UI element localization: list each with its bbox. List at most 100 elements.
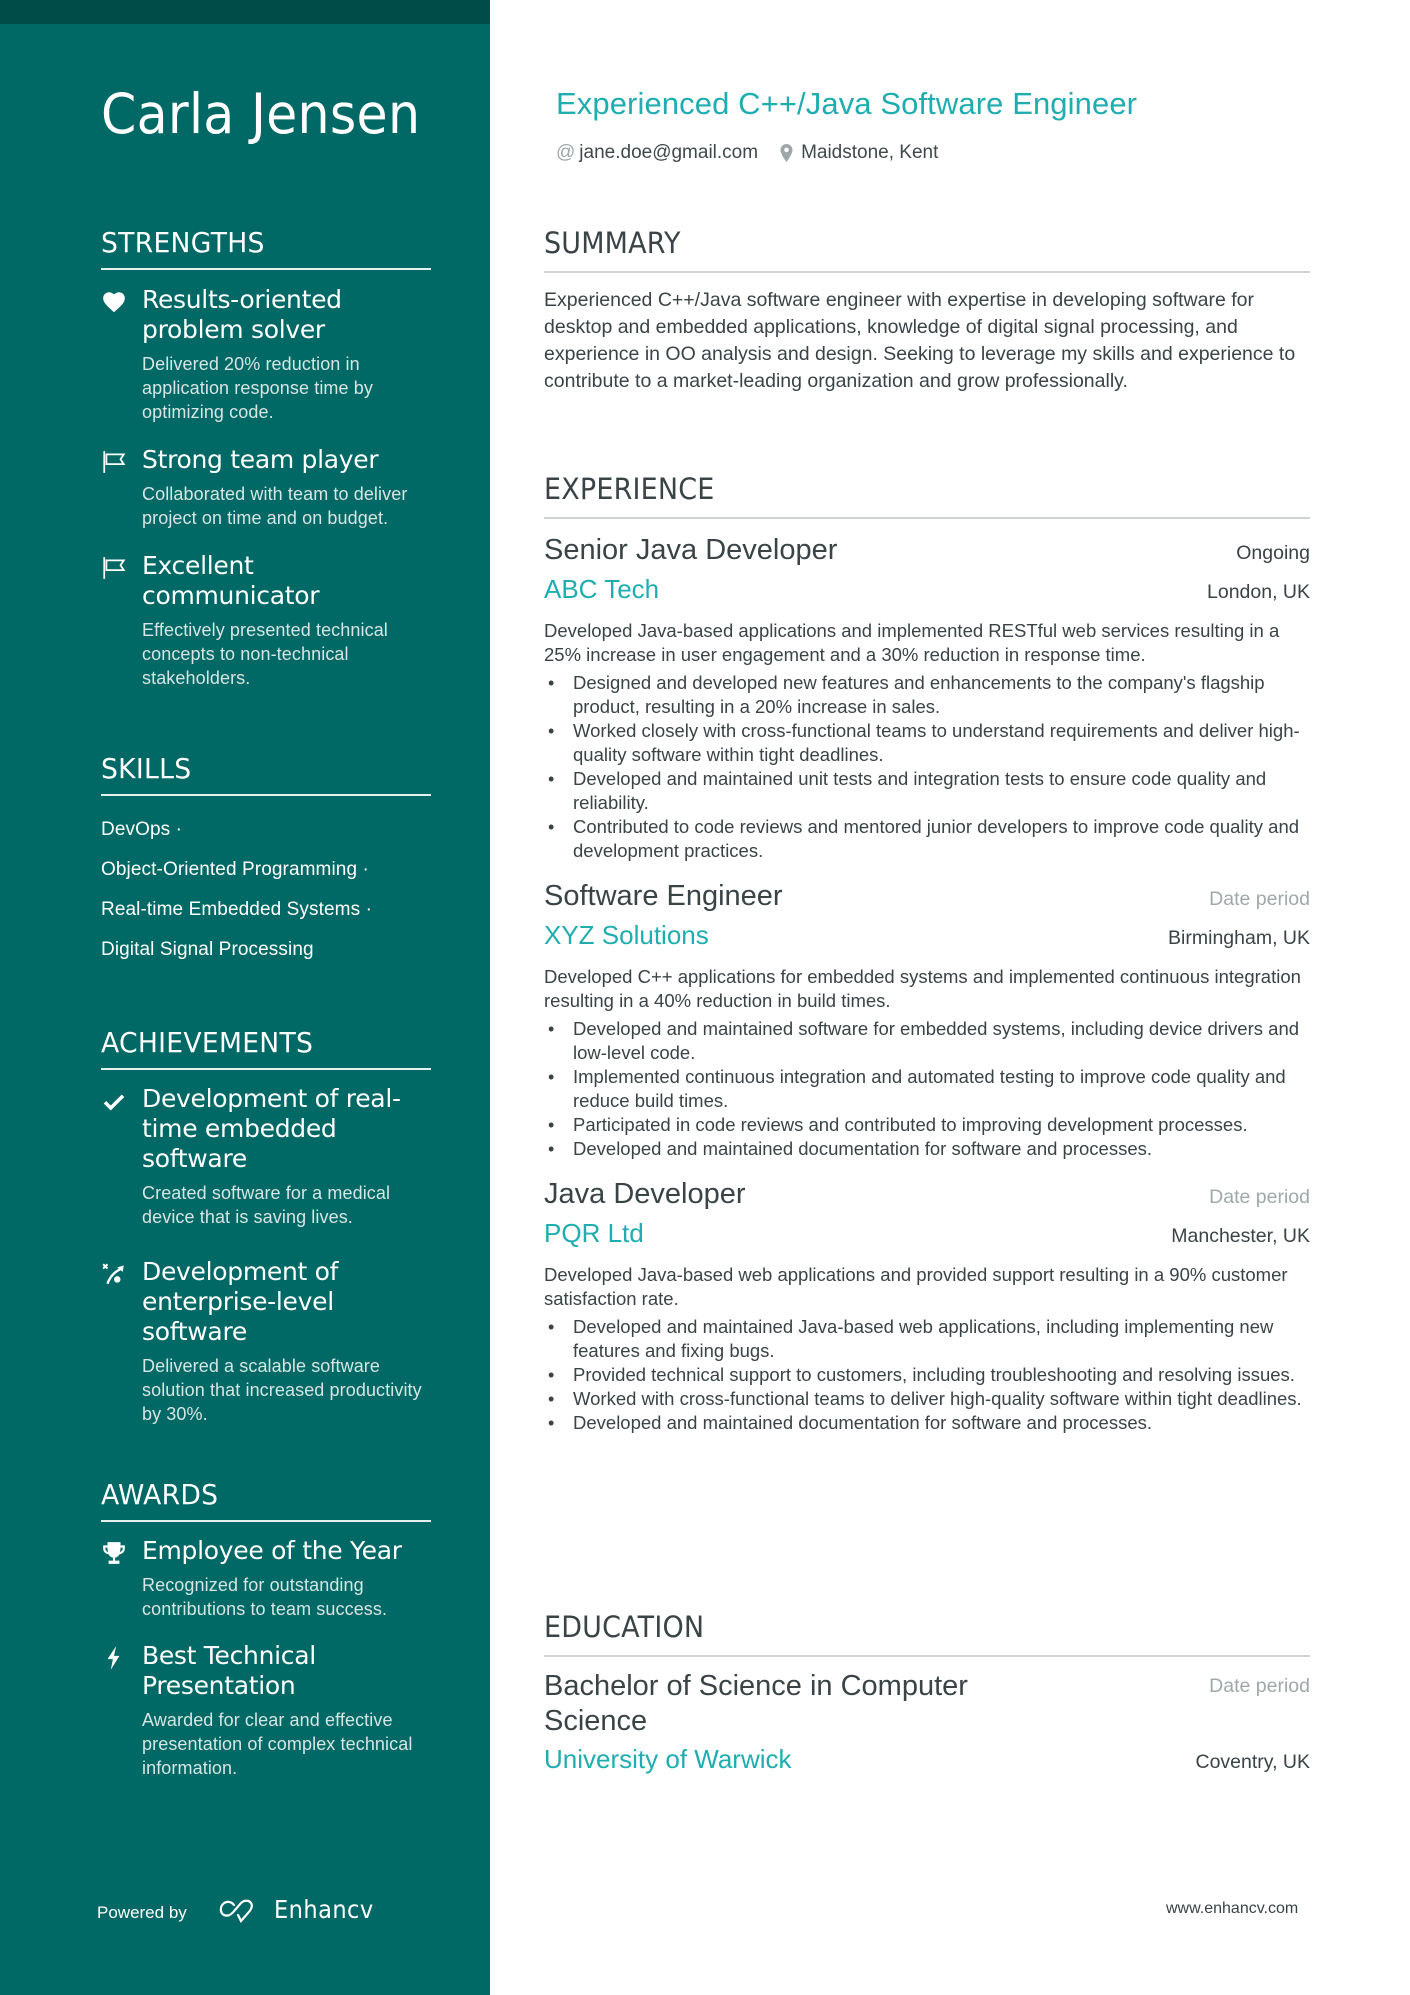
trophy-icon — [101, 1540, 127, 1566]
skill-item: DevOps · — [101, 819, 183, 840]
achievement-title: Development of enterprise-level software — [142, 1257, 339, 1346]
award-item: Employee of the Year Recognized for outs… — [101, 1536, 431, 1621]
strength-description: Effectively presented technical concepts… — [142, 620, 388, 688]
heart-icon — [101, 289, 127, 315]
award-title: Best Technical Presentation — [142, 1641, 316, 1700]
entry-location: London, UK — [1207, 581, 1310, 603]
strength-item: Results-oriented problem solver Delivere… — [101, 285, 431, 424]
strengths-section: STRENGTHS Results-oriented problem solve… — [101, 226, 431, 690]
entry-location: Birmingham, UK — [1168, 927, 1310, 949]
entry-description: Developed Java-based web applications an… — [544, 1264, 1288, 1309]
entry-bullets: Designed and developed new features and … — [544, 671, 1310, 863]
strength-item: Excellent communicator Effectively prese… — [101, 551, 431, 690]
section-title: STRENGTHS — [101, 226, 431, 270]
entry-location: Manchester, UK — [1171, 1225, 1310, 1247]
award-title: Employee of the Year — [142, 1536, 402, 1565]
entry-role: Software Engineer — [544, 880, 783, 912]
achievement-item: Development of enterprise-level software… — [101, 1257, 431, 1426]
bullet-item: Provided technical support to customers,… — [544, 1363, 1310, 1387]
email-link[interactable]: jane.doe@gmail.com — [579, 142, 758, 164]
achievement-title: Development of real-time embedded softwa… — [142, 1084, 401, 1173]
education-school: University of Warwick — [544, 1744, 792, 1774]
entry-role: Java Developer — [544, 1178, 746, 1210]
strength-title: Strong team player — [142, 445, 379, 474]
strength-item: Strong team player Collaborated with tea… — [101, 445, 431, 530]
bullet-item: Worked closely with cross-functional tea… — [544, 719, 1310, 767]
strength-description: Collaborated with team to deliver projec… — [142, 484, 408, 528]
lightning-icon — [101, 1645, 127, 1671]
experience-entry: Java Developer Date period PQR Ltd Manch… — [544, 1175, 1310, 1435]
bullet-item: Developed and maintained Java-based web … — [544, 1315, 1310, 1363]
section-title: AWARDS — [101, 1478, 431, 1522]
entry-date: Ongoing — [1236, 542, 1310, 564]
sidebar-top-bar — [0, 0, 490, 24]
strength-title: Results-oriented problem solver — [142, 285, 342, 344]
education-entry: Bachelor of Science in Computer Science … — [544, 1669, 1310, 1779]
section-title: SUMMARY — [544, 226, 1310, 273]
powered-by-label: Powered by — [97, 1903, 187, 1922]
achievements-section: ACHIEVEMENTS Development of real-time em… — [101, 1026, 431, 1426]
job-title: Experienced C++/Java Software Engineer — [556, 86, 1138, 121]
entry-company: ABC Tech — [544, 574, 660, 604]
skill-item: Real-time Embedded Systems · — [101, 899, 373, 920]
experience-section: EXPERIENCE Senior Java Developer Ongoing… — [544, 472, 1310, 1435]
flag-icon — [101, 449, 127, 475]
sidebar: Carla Jensen STRENGTHS Results-oriented … — [0, 0, 490, 1995]
entry-bullets: Developed and maintained Java-based web … — [544, 1315, 1310, 1435]
entry-bullets: Developed and maintained software for em… — [544, 1017, 1310, 1161]
achievement-description: Created software for a medical device th… — [142, 1183, 391, 1227]
awards-section: AWARDS Employee of the Year Recognized f… — [101, 1478, 431, 1780]
education-degree: Bachelor of Science in Computer Science — [544, 1670, 968, 1737]
entry-date: Date period — [1209, 1186, 1310, 1208]
award-description: Awarded for clear and effective presenta… — [142, 1710, 413, 1778]
website-link[interactable]: www.enhancv.com — [1166, 1900, 1298, 1918]
entry-company: XYZ Solutions — [544, 920, 709, 950]
strength-title: Excellent communicator — [142, 551, 320, 610]
achievement-description: Delivered a scalable software solution t… — [142, 1356, 422, 1424]
email-icon: @ — [556, 142, 576, 163]
section-title: ACHIEVEMENTS — [101, 1026, 431, 1070]
experience-entry: Senior Java Developer Ongoing ABC Tech L… — [544, 531, 1310, 863]
education-section: EDUCATION Bachelor of Science in Compute… — [544, 1610, 1310, 1779]
entry-date: Date period — [1209, 1675, 1310, 1697]
entry-role: Senior Java Developer — [544, 534, 838, 566]
skill-item: Digital Signal Processing — [101, 939, 314, 960]
enhancv-brand: Enhancv — [274, 1895, 374, 1924]
skill-item: Object-Oriented Programming · — [101, 859, 369, 880]
summary-text: Experienced C++/Java software engineer w… — [544, 289, 1296, 392]
entry-description: Developed C++ applications for embedded … — [544, 966, 1301, 1011]
strength-description: Delivered 20% reduction in application r… — [142, 354, 373, 422]
bullet-item: Contributed to code reviews and mentored… — [544, 815, 1310, 863]
enhancv-logo-icon — [219, 1899, 253, 1923]
strategy-icon — [101, 1261, 127, 1287]
entry-description: Developed Java-based applications and im… — [544, 620, 1280, 665]
location-text: Maidstone, Kent — [801, 142, 939, 163]
award-item: Best Technical Presentation Awarded for … — [101, 1641, 431, 1780]
entry-date: Date period — [1209, 888, 1310, 910]
achievement-item: Development of real-time embedded softwa… — [101, 1084, 431, 1229]
bullet-item: Worked with cross-functional teams to de… — [544, 1387, 1310, 1411]
contact-info: @ jane.doe@gmail.com Maidstone, Kent — [556, 142, 938, 164]
skills-list: DevOps · Object-Oriented Programming · R… — [101, 810, 431, 970]
candidate-name: Carla Jensen — [101, 82, 421, 146]
bullet-item: Developed and maintained software for em… — [544, 1017, 1310, 1065]
entry-company: PQR Ltd — [544, 1218, 644, 1248]
section-title: SKILLS — [101, 752, 431, 796]
skills-section: SKILLS DevOps · Object-Oriented Programm… — [101, 752, 431, 970]
section-title: EDUCATION — [544, 1610, 1310, 1657]
bullet-item: Implemented continuous integration and a… — [544, 1065, 1310, 1113]
enhancv-logo[interactable]: Enhancv — [216, 1895, 385, 1924]
summary-section: SUMMARY Experienced C++/Java software en… — [544, 226, 1310, 395]
award-description: Recognized for outstanding contributions… — [142, 1575, 388, 1619]
section-title: EXPERIENCE — [544, 472, 1310, 519]
bullet-item: Developed and maintained documentation f… — [544, 1411, 1310, 1435]
bullet-item: Designed and developed new features and … — [544, 671, 1310, 719]
checkmark-icon — [101, 1088, 127, 1114]
bullet-item: Developed and maintained unit tests and … — [544, 767, 1310, 815]
experience-entry: Software Engineer Date period XYZ Soluti… — [544, 877, 1310, 1161]
bullet-item: Developed and maintained documentation f… — [544, 1137, 1310, 1161]
flag-icon — [101, 555, 127, 581]
bullet-item: Participated in code reviews and contrib… — [544, 1113, 1310, 1137]
entry-location: Coventry, UK — [1195, 1751, 1310, 1773]
location-pin-icon — [780, 144, 793, 162]
